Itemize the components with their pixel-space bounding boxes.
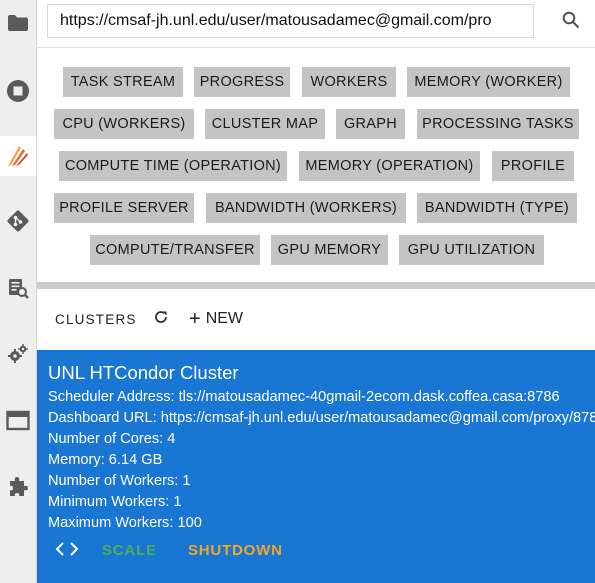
clusters-toolbar: CLUSTERS + NEW [37,289,595,349]
left-sidebar [0,0,37,583]
number-of-cores: Number of Cores: 4 [48,431,176,447]
graph-button[interactable]: GRAPH [336,109,405,139]
bandwidth-workers-button[interactable]: BANDWIDTH (WORKERS) [206,193,406,223]
cluster-card[interactable]: UNL HTCondor Cluster Scheduler Address: … [37,350,595,583]
dashboard-url-bar [37,0,595,48]
scheduler-address: Scheduler Address: tls://matousadamec-40… [48,389,560,405]
gears-icon [6,342,30,366]
bandwidth-type-button[interactable]: BANDWIDTH (TYPE) [417,193,577,223]
sidebar-item-file-browser[interactable] [0,3,36,43]
dashboard-buttons: TASK STREAM PROGRESS WORKERS MEMORY (WOR… [37,48,595,281]
dashboard-url-input[interactable] [47,4,534,38]
sidebar-item-running-terminals[interactable] [0,334,36,374]
gpu-memory-button[interactable]: GPU MEMORY [271,235,388,265]
sidebar-item-git[interactable] [0,201,36,241]
plus-icon: + [189,308,201,330]
sidebar-item-property-inspector[interactable] [0,268,36,308]
panel-divider[interactable] [37,282,595,289]
folder-icon [7,14,29,32]
memory: Memory: 6.14 GB [48,452,163,468]
profile-button[interactable]: PROFILE [492,151,574,181]
puzzle-piece-icon [6,475,30,499]
cluster-name: UNL HTCondor Cluster [48,362,239,383]
number-of-workers: Number of Workers: 1 [48,473,191,489]
refresh-clusters-button[interactable] [151,309,171,329]
code-brackets-icon [55,541,79,562]
shutdown-button[interactable]: SHUTDOWN [188,542,283,559]
stop-circle-icon [6,79,30,103]
dask-logo-icon [5,143,31,169]
compute-transfer-button[interactable]: COMPUTE/TRANSFER [90,235,260,265]
maximum-workers: Maximum Workers: 100 [48,515,202,531]
profile-server-button[interactable]: PROFILE SERVER [54,193,194,223]
compute-time-operation-button[interactable]: COMPUTE TIME (OPERATION) [59,151,287,181]
inject-code-button[interactable] [54,540,80,562]
sidebar-item-running[interactable] [0,71,36,111]
clusters-title: CLUSTERS [55,312,137,327]
processing-tasks-button[interactable]: PROCESSING TASKS [417,109,579,139]
cpu-workers-button[interactable]: CPU (WORKERS) [54,109,194,139]
memory-operation-button[interactable]: MEMORY (OPERATION) [299,151,480,181]
scale-button[interactable]: SCALE [102,542,157,559]
new-cluster-label: NEW [205,310,244,327]
property-inspector-icon [6,276,30,300]
new-cluster-button[interactable]: + NEW [189,308,243,330]
search-button[interactable] [561,11,581,34]
search-icon [562,11,580,34]
gpu-utilization-button[interactable]: GPU UTILIZATION [399,235,544,265]
tabs-icon [6,410,30,432]
sidebar-item-dask[interactable] [0,136,36,176]
memory-worker-button[interactable]: MEMORY (WORKER) [407,67,570,97]
minimum-workers: Minimum Workers: 1 [48,494,182,510]
git-icon [6,209,30,233]
refresh-icon [153,309,169,330]
task-stream-button[interactable]: TASK STREAM [63,67,183,97]
progress-button[interactable]: PROGRESS [194,67,290,97]
sidebar-item-extensions[interactable] [0,467,36,507]
workers-button[interactable]: WORKERS [302,67,396,97]
sidebar-item-tabs[interactable] [0,401,36,441]
dashboard-url: Dashboard URL: https://cmsaf-jh.unl.edu/… [48,410,595,426]
cluster-map-button[interactable]: CLUSTER MAP [205,109,325,139]
